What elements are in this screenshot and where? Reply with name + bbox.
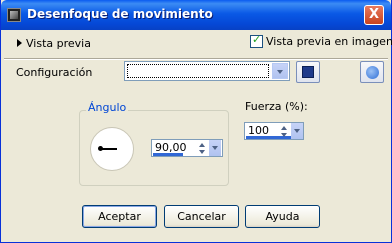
preview-in-image-label: Vista previa en imagen xyxy=(266,35,392,48)
expand-arrow-icon xyxy=(17,39,22,47)
close-button[interactable]: X xyxy=(364,5,384,25)
angle-slider-bar[interactable] xyxy=(153,153,183,156)
reset-button[interactable] xyxy=(360,61,384,83)
angle-dial-dot xyxy=(98,146,103,151)
angle-input[interactable]: 90,00 xyxy=(151,139,223,157)
preview-in-image-option[interactable]: Vista previa en imagen xyxy=(250,33,392,48)
preset-dropdown[interactable] xyxy=(124,61,290,81)
cancel-button[interactable]: Cancelar xyxy=(164,205,239,228)
save-preset-button[interactable] xyxy=(296,61,320,83)
strength-input[interactable]: 100 xyxy=(244,122,304,140)
preview-toggle[interactable]: Vista previa xyxy=(17,37,91,50)
angle-dropdown-chevron-icon[interactable] xyxy=(209,140,221,156)
spin-up-icon[interactable] xyxy=(199,143,205,147)
angle-spinner[interactable] xyxy=(198,140,208,156)
angle-dial[interactable] xyxy=(90,127,134,171)
spin-down-icon[interactable] xyxy=(199,150,205,154)
preset-value xyxy=(127,64,269,78)
divider xyxy=(4,58,388,60)
angle-group-label: Ángulo xyxy=(86,101,129,114)
dialog-window: Desenfoque de movimiento X Vista previa … xyxy=(0,0,392,243)
preview-in-image-checkbox[interactable] xyxy=(250,33,263,48)
strength-spinner[interactable] xyxy=(280,123,290,139)
configuration-label: Configuración xyxy=(16,66,93,79)
strength-dropdown-chevron-icon[interactable] xyxy=(291,123,303,139)
title-bar[interactable]: Desenfoque de movimiento X xyxy=(1,0,391,30)
spin-down-icon[interactable] xyxy=(281,133,287,137)
window-title: Desenfoque de movimiento xyxy=(27,7,213,21)
spin-up-icon[interactable] xyxy=(281,126,287,130)
app-icon xyxy=(7,8,21,22)
strength-label: Fuerza (%): xyxy=(245,100,308,113)
help-button[interactable]: Ayuda xyxy=(245,205,320,228)
preview-toggle-label: Vista previa xyxy=(26,37,91,50)
chevron-down-icon[interactable] xyxy=(272,63,288,79)
ok-button[interactable]: Aceptar xyxy=(82,205,157,228)
